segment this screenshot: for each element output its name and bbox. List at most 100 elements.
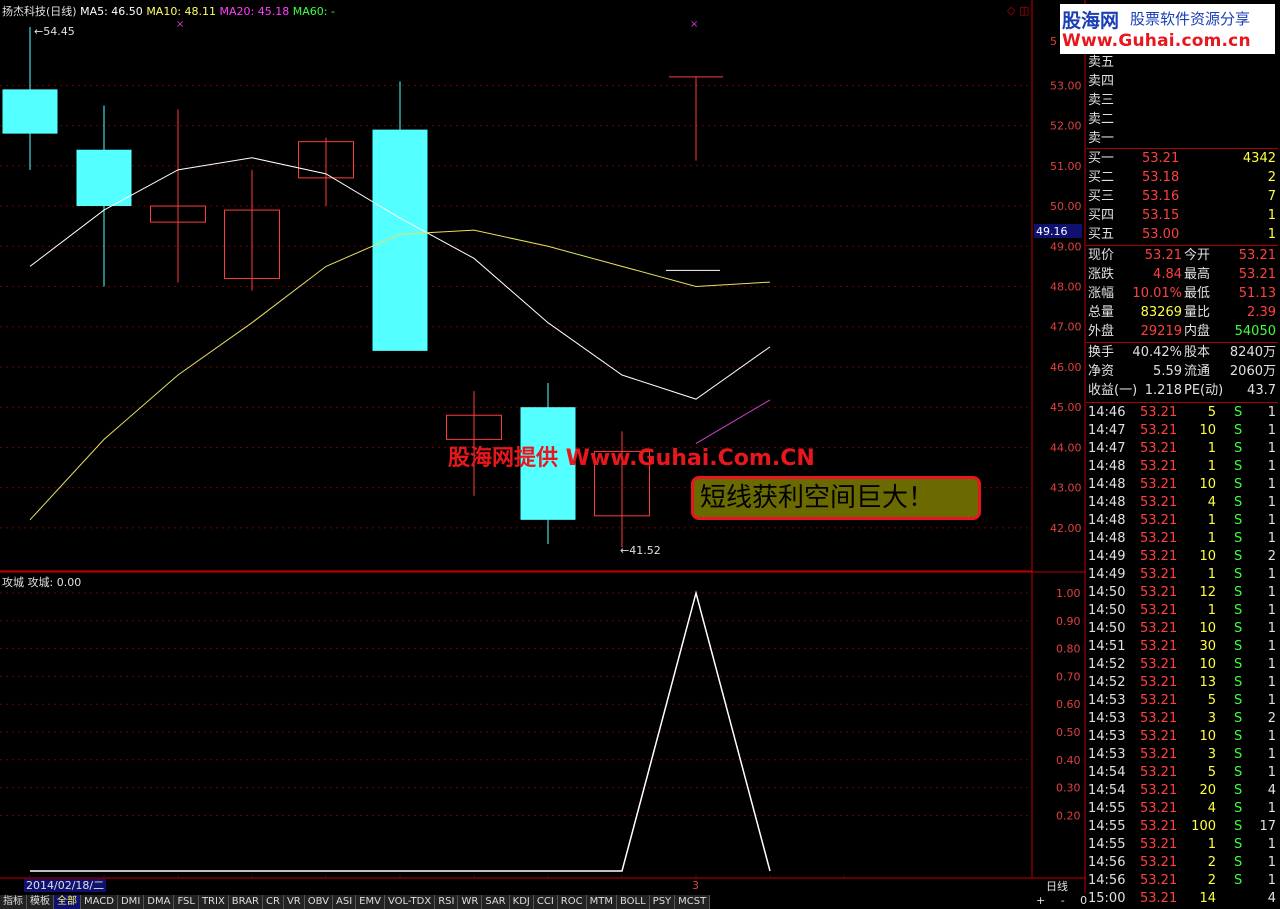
sell-label: 卖五	[1088, 55, 1115, 70]
sell-label: 卖三	[1088, 93, 1115, 108]
tick-price: 53.21	[1140, 513, 1178, 528]
tick-price: 53.21	[1140, 801, 1178, 816]
tick-row: 14:55 53.21 1 S 1	[1086, 836, 1278, 854]
price-axis-label: 44.00	[1050, 441, 1082, 454]
sell-order-row: 卖一	[1086, 130, 1278, 148]
logo-url: Www.Guhai.com.cn	[1062, 31, 1251, 51]
tick-row: 14:55 53.21 100 S 17	[1086, 818, 1278, 836]
fund-label: 股本	[1184, 345, 1211, 360]
tick-side: S	[1234, 765, 1243, 780]
tick-side: S	[1234, 495, 1243, 510]
period-label[interactable]: 日线	[1046, 878, 1068, 894]
tick-count: 1	[1267, 855, 1276, 870]
tick-volume: 5	[1207, 693, 1216, 708]
indicator-axis-label: 0.80	[1056, 643, 1081, 656]
quote-value: 54050	[1234, 324, 1276, 339]
tick-time: 14:54	[1088, 783, 1126, 798]
tick-row: 14:53 53.21 3 S 1	[1086, 746, 1278, 764]
tick-time: 14:50	[1088, 621, 1126, 636]
tick-side: S	[1234, 819, 1243, 834]
tick-count: 1	[1267, 693, 1276, 708]
tick-side: S	[1234, 675, 1243, 690]
tick-time: 14:49	[1088, 549, 1126, 564]
tick-volume: 30	[1199, 639, 1216, 654]
tick-row: 14:49 53.21 1 S 1	[1086, 566, 1278, 584]
tick-volume: 5	[1207, 765, 1216, 780]
tick-price: 53.21	[1140, 891, 1178, 906]
tick-volume: 1	[1207, 567, 1216, 582]
tick-price: 53.21	[1140, 621, 1178, 636]
tick-time: 14:51	[1088, 639, 1126, 654]
tick-side: S	[1234, 711, 1243, 726]
tick-price: 53.21	[1140, 477, 1178, 492]
zoom-controls[interactable]: + - 0	[1036, 894, 1093, 907]
tick-count: 1	[1267, 585, 1276, 600]
fundamental-row: 净资 5.59 流通 2060万	[1086, 363, 1278, 381]
cursor-date: 2014/02/18/二	[24, 879, 107, 892]
tick-side: S	[1234, 567, 1243, 582]
tick-volume: 1	[1207, 837, 1216, 852]
tick-row: 14:48 53.21 1 S 1	[1086, 458, 1278, 476]
tick-time: 14:50	[1088, 603, 1126, 618]
fund-value: 43.7	[1247, 383, 1276, 398]
tick-time: 14:54	[1088, 765, 1126, 780]
tick-time: 14:50	[1088, 585, 1126, 600]
tick-price: 53.21	[1140, 639, 1178, 654]
indicator-axis-label: 0.70	[1056, 670, 1081, 683]
window-control-icons[interactable]: ◇ ◫	[1007, 4, 1029, 17]
tick-row: 14:51 53.21 30 S 1	[1086, 638, 1278, 656]
indicator-axis-label: 0.90	[1056, 615, 1081, 628]
fundamental-row: 换手 40.42% 股本 8240万	[1086, 344, 1278, 362]
tick-side: S	[1234, 423, 1243, 438]
indicator-title: 攻城	[2, 576, 24, 589]
tick-side: S	[1234, 531, 1243, 546]
tick-side: S	[1234, 837, 1243, 852]
quote-label: 总量	[1088, 305, 1115, 320]
indicator-axis-label: 0.60	[1056, 698, 1081, 711]
ma10-label: MA10: 48.11	[146, 5, 217, 18]
tick-row: 14:53 53.21 3 S 2	[1086, 710, 1278, 728]
tick-time: 14:53	[1088, 693, 1126, 708]
tick-volume: 1	[1207, 531, 1216, 546]
ma20-label: MA20: 45.18	[219, 5, 290, 18]
quote-row: 涨跌 4.84 最高 53.21	[1086, 266, 1278, 284]
buy-label: 买四	[1088, 208, 1115, 223]
tick-time: 14:52	[1088, 657, 1126, 672]
quote-label: 涨幅	[1088, 286, 1115, 301]
tick-price: 53.21	[1140, 765, 1178, 780]
price-axis-label: 51.00	[1050, 160, 1082, 173]
tick-volume: 100	[1191, 819, 1216, 834]
tick-row: 15:00 53.21 14 4	[1086, 890, 1278, 908]
low-price-label: ←41.52	[620, 544, 661, 557]
buy-label: 买二	[1088, 170, 1115, 185]
tick-volume: 10	[1199, 477, 1216, 492]
tick-volume: 5	[1207, 405, 1216, 420]
tick-time: 14:47	[1088, 441, 1126, 456]
tick-volume: 1	[1207, 603, 1216, 618]
tick-price: 53.21	[1140, 729, 1178, 744]
fund-value: 8240万	[1229, 345, 1276, 360]
buy-price: 53.16	[1142, 189, 1180, 204]
quote-label: 今开	[1184, 248, 1211, 263]
buy-order-row: 买二 53.18 2	[1086, 169, 1278, 187]
buy-volume: 7	[1267, 189, 1276, 204]
indicator-axis-label: 0.30	[1056, 782, 1081, 795]
fund-label: 换手	[1088, 345, 1115, 360]
tick-price: 53.21	[1140, 495, 1178, 510]
quote-label: 量比	[1184, 305, 1211, 320]
buy-order-row: 买三 53.16 7	[1086, 188, 1278, 206]
quote-value: 10.01%	[1132, 286, 1182, 301]
tick-side: S	[1234, 657, 1243, 672]
tick-volume: 10	[1199, 729, 1216, 744]
quote-label: 外盘	[1088, 324, 1115, 339]
buy-volume: 1	[1267, 208, 1276, 223]
tick-price: 53.21	[1140, 693, 1178, 708]
tick-side: S	[1234, 729, 1243, 744]
tick-side: S	[1234, 549, 1243, 564]
tick-side: S	[1234, 747, 1243, 762]
tick-volume: 3	[1207, 747, 1216, 762]
sell-order-row: 卖二	[1086, 111, 1278, 129]
chart-header: 扬杰科技(日线) MA5: 46.50 MA10: 48.11 MA20: 45…	[2, 3, 335, 19]
price-axis-label: 48.00	[1050, 281, 1082, 294]
indicator-header: 攻城 攻城: 0.00	[2, 574, 81, 590]
